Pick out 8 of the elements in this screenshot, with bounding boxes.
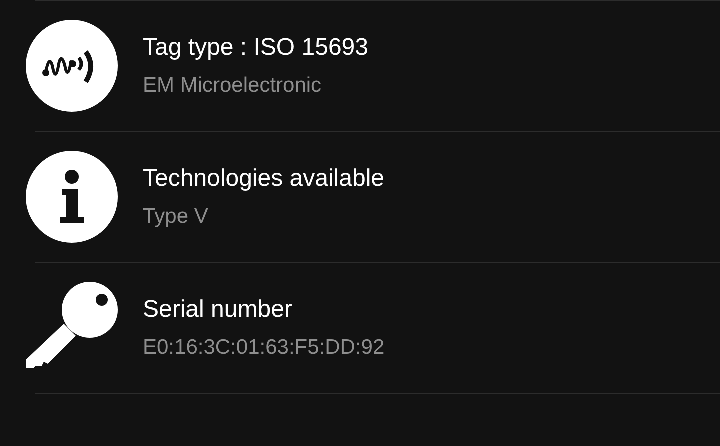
nfc-icon [26, 20, 118, 112]
row-subtitle: E0:16:3C:01:63:F5:DD:92 [143, 335, 385, 361]
row-subtitle: Type V [143, 204, 210, 230]
row-title: Tag type : ISO 15693 [143, 33, 368, 63]
info-icon [26, 151, 118, 243]
row-subtitle: EM Microelectronic [143, 73, 323, 99]
row-title: Technologies available [143, 164, 384, 194]
row-title: Serial number [143, 295, 294, 325]
